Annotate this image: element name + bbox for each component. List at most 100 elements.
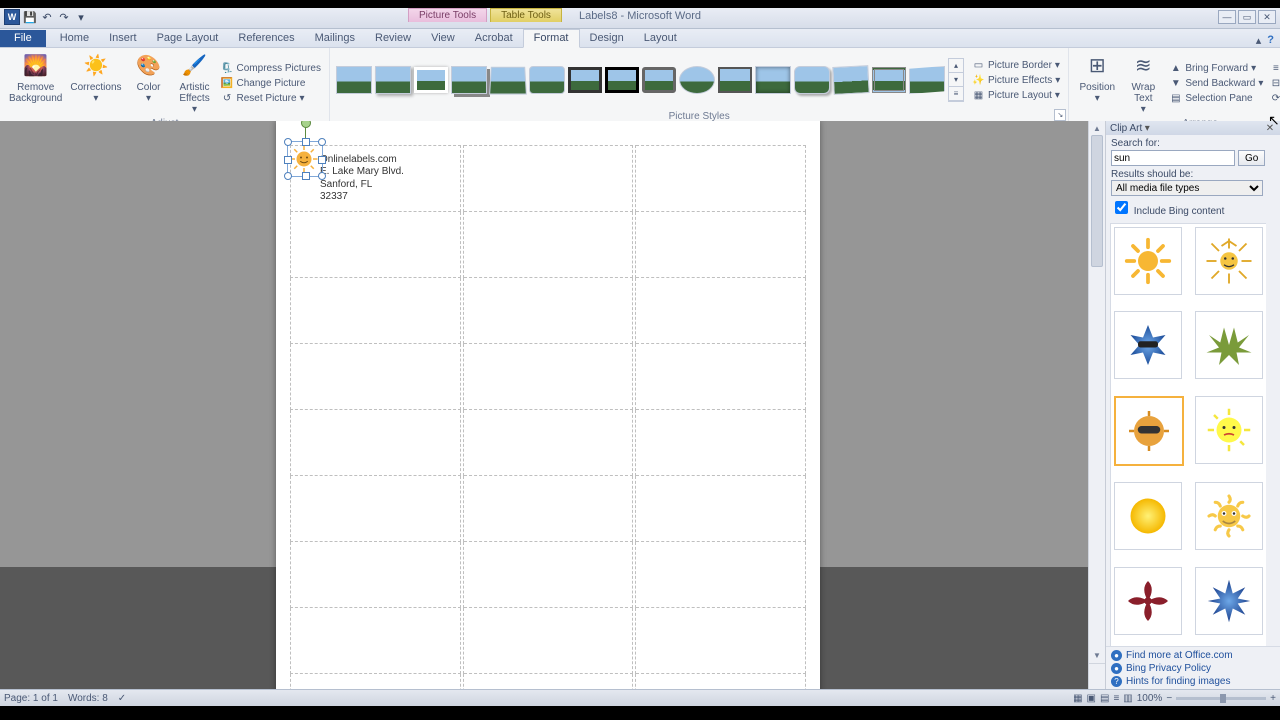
rotate-button[interactable]: ⟳Rotate ▾ — [1267, 91, 1280, 106]
tab-references[interactable]: References — [228, 30, 304, 47]
style-thumb[interactable] — [336, 66, 372, 94]
scroll-thumb[interactable] — [1091, 135, 1103, 267]
picture-border-button[interactable]: ▭Picture Border ▾ — [970, 58, 1062, 73]
tab-home[interactable]: Home — [50, 30, 99, 47]
link-hints[interactable]: ?Hints for finding images — [1111, 675, 1275, 688]
clipart-result[interactable] — [1195, 227, 1263, 295]
scroll-down-icon[interactable]: ▼ — [1089, 648, 1105, 662]
style-thumb[interactable] — [642, 67, 676, 93]
selection-pane-button[interactable]: ▤Selection Pane — [1167, 91, 1265, 106]
style-thumb[interactable] — [718, 67, 752, 93]
reset-picture-button[interactable]: ↺Reset Picture ▾ — [219, 91, 323, 106]
view-full-screen-icon[interactable]: ▣ — [1087, 693, 1096, 704]
rotate-handle[interactable] — [301, 121, 311, 128]
style-thumb[interactable] — [489, 67, 527, 95]
label-table[interactable]: Onlinelabels.com E. Lake Mary Blvd. Sanf… — [290, 145, 806, 690]
scroll-up-icon[interactable]: ▲ — [1089, 121, 1105, 135]
clipart-result[interactable] — [1114, 482, 1182, 550]
artistic-effects-button[interactable]: 🖌️ Artistic Effects▾ — [173, 50, 217, 117]
tab-review[interactable]: Review — [365, 30, 421, 47]
pane-close-icon[interactable]: ✕ — [1264, 123, 1276, 134]
align-button[interactable]: ≡Align ▾ — [1267, 61, 1280, 76]
media-type-select[interactable]: All media file types — [1111, 180, 1263, 196]
go-button[interactable]: Go — [1238, 150, 1265, 166]
send-backward-button[interactable]: ▼Send Backward ▾ — [1167, 76, 1265, 91]
pane-menu-icon[interactable]: ▾ — [1142, 123, 1152, 134]
clipart-result[interactable] — [1195, 396, 1263, 464]
inserted-clipart-sun[interactable] — [289, 144, 319, 174]
zoom-level[interactable]: 100% — [1137, 693, 1163, 704]
color-button[interactable]: 🎨 Color▾ — [127, 50, 171, 117]
status-page[interactable]: Page: 1 of 1 — [4, 693, 58, 704]
results-should-be-label: Results should be: — [1111, 169, 1275, 180]
browse-object-buttons[interactable] — [1089, 663, 1105, 690]
clipart-result[interactable] — [1114, 567, 1182, 635]
label-cell-address[interactable]: Onlinelabels.com E. Lake Mary Blvd. Sanf… — [292, 152, 459, 206]
clipart-result[interactable] — [1114, 311, 1182, 379]
clipart-result[interactable] — [1195, 311, 1263, 379]
style-thumb[interactable] — [568, 67, 602, 93]
style-thumb[interactable] — [414, 67, 448, 93]
include-bing-checkbox[interactable]: Include Bing content — [1111, 206, 1224, 217]
maximize-button[interactable]: ▭ — [1238, 10, 1256, 24]
page[interactable]: Onlinelabels.com E. Lake Mary Blvd. Sanf… — [276, 121, 820, 690]
style-thumb[interactable] — [872, 67, 906, 93]
view-print-layout-icon[interactable]: ▦ — [1073, 693, 1082, 704]
document-area[interactable]: Onlinelabels.com E. Lake Mary Blvd. Sanf… — [0, 121, 1088, 690]
style-thumb[interactable] — [794, 66, 830, 94]
tab-file[interactable]: File — [0, 30, 46, 47]
tab-format[interactable]: Format — [523, 29, 580, 48]
style-thumb[interactable] — [375, 66, 411, 94]
zoom-slider[interactable] — [1176, 697, 1266, 700]
compress-pictures-button[interactable]: 🗜️Compress Pictures — [219, 61, 323, 76]
style-thumb[interactable] — [529, 66, 565, 94]
gallery-more-button[interactable]: ▴▾≡ — [948, 58, 964, 102]
clipart-result[interactable] — [1195, 567, 1263, 635]
tab-page-layout[interactable]: Page Layout — [147, 30, 229, 47]
picture-style-gallery[interactable]: ▴▾≡ — [336, 50, 964, 110]
tab-acrobat[interactable]: Acrobat — [465, 30, 523, 47]
link-bing-privacy[interactable]: ●Bing Privacy Policy — [1111, 662, 1275, 675]
style-thumb[interactable] — [451, 66, 487, 94]
wrap-text-button[interactable]: ≋Wrap Text▾ — [1121, 50, 1165, 117]
results-scrollbar[interactable] — [1266, 220, 1280, 646]
link-find-more-office[interactable]: ●Find more at Office.com — [1111, 649, 1275, 662]
search-input[interactable] — [1111, 150, 1235, 166]
style-thumb[interactable] — [755, 66, 791, 94]
picture-effects-button[interactable]: ✨Picture Effects ▾ — [970, 73, 1062, 88]
tab-insert[interactable]: Insert — [99, 30, 147, 47]
group-button[interactable]: ⊟Group ▾ — [1267, 76, 1280, 91]
tab-view[interactable]: View — [421, 30, 465, 47]
view-draft-icon[interactable]: ▥ — [1123, 693, 1132, 704]
picture-layout-button[interactable]: ▦Picture Layout ▾ — [970, 88, 1062, 103]
view-outline-icon[interactable]: ≡ — [1113, 693, 1119, 704]
change-picture-button[interactable]: 🖼️Change Picture — [219, 76, 323, 91]
minimize-ribbon-icon[interactable]: ▴ — [1256, 34, 1262, 47]
minimize-button[interactable]: — — [1218, 10, 1236, 24]
tab-layout[interactable]: Layout — [634, 30, 687, 47]
styles-dialog-launcher[interactable]: ↘ — [1054, 109, 1066, 121]
zoom-out-button[interactable]: − — [1166, 693, 1172, 704]
clipart-result[interactable] — [1114, 396, 1184, 466]
bring-forward-button[interactable]: ▲Bring Forward ▾ — [1167, 61, 1265, 76]
tab-mailings[interactable]: Mailings — [305, 30, 365, 47]
clipart-result[interactable] — [1195, 482, 1263, 550]
position-button[interactable]: ⊞Position▾ — [1075, 50, 1119, 117]
close-button[interactable]: ✕ — [1258, 10, 1276, 24]
style-thumb[interactable] — [832, 65, 869, 95]
style-thumb[interactable] — [605, 67, 639, 93]
status-proofing-icon[interactable]: ✓ — [118, 693, 126, 704]
style-thumb[interactable] — [679, 66, 715, 94]
corrections-icon: ☀️ — [82, 52, 110, 80]
corrections-button[interactable]: ☀️ Corrections▾ — [67, 50, 124, 117]
search-for-label: Search for: — [1111, 138, 1275, 149]
clipart-result[interactable] — [1114, 227, 1182, 295]
style-thumb[interactable] — [909, 66, 945, 94]
tab-design[interactable]: Design — [580, 30, 634, 47]
status-words[interactable]: Words: 8 — [68, 693, 108, 704]
vertical-scrollbar[interactable]: ▲ ▼ — [1088, 121, 1105, 690]
view-web-icon[interactable]: ▤ — [1100, 693, 1109, 704]
help-icon[interactable]: ? — [1267, 34, 1274, 47]
zoom-in-button[interactable]: + — [1270, 693, 1276, 704]
remove-background-button[interactable]: 🌄 Remove Background — [6, 50, 65, 117]
